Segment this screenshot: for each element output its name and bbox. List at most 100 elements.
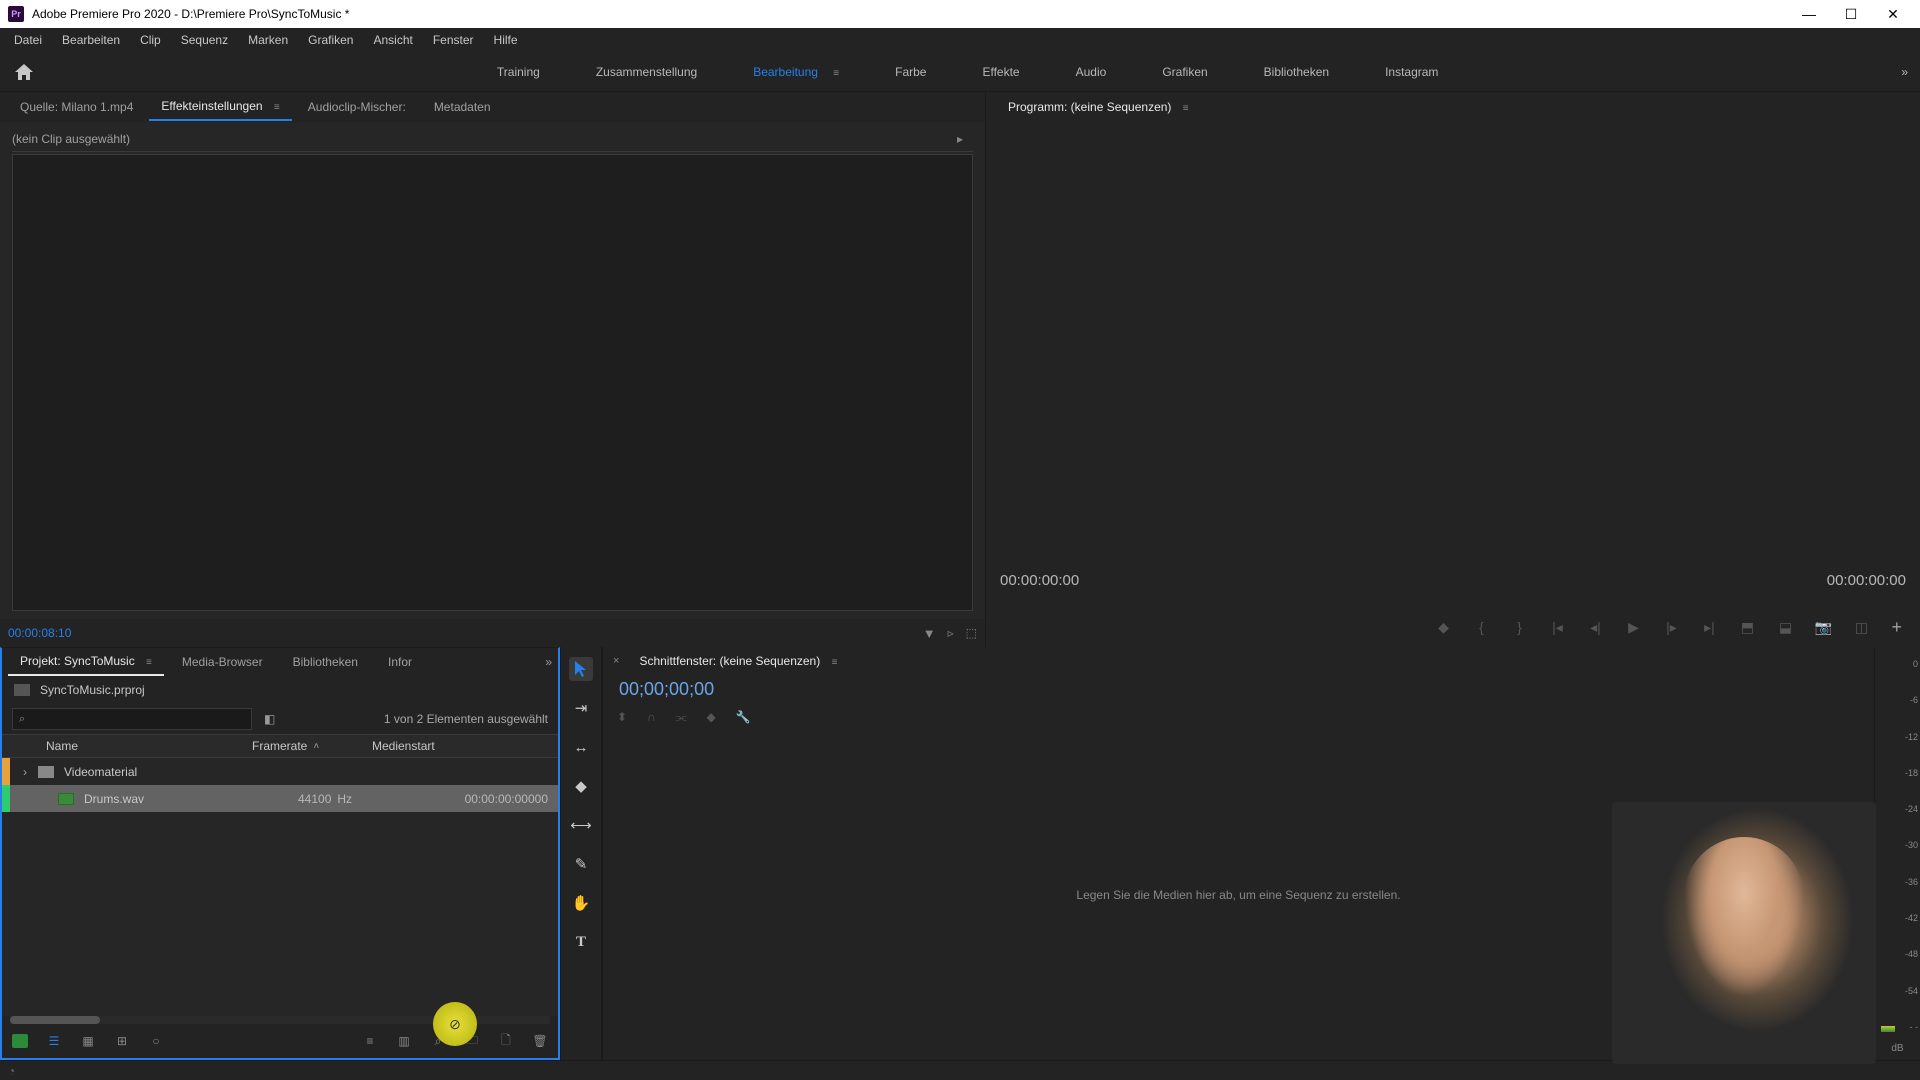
track-select-tool[interactable]: ⇥ bbox=[569, 696, 593, 720]
type-tool[interactable]: T bbox=[569, 930, 593, 954]
snap-toggle-icon[interactable]: ∩ bbox=[647, 710, 656, 724]
workspace-farbe[interactable]: Farbe bbox=[887, 55, 934, 89]
tab-effekteinstellungen[interactable]: Effekteinstellungen ≡ bbox=[149, 93, 291, 121]
timeline-settings-icon[interactable]: 🔧 bbox=[736, 710, 751, 724]
workspace-audio[interactable]: Audio bbox=[1068, 55, 1115, 89]
step-forward-button[interactable]: |▸ bbox=[1663, 619, 1679, 635]
menu-clip[interactable]: Clip bbox=[130, 29, 171, 51]
project-row-audio[interactable]: Drums.wav 44100 Hz 00:00:00:00000 bbox=[2, 785, 558, 812]
go-to-in-button[interactable]: |◂ bbox=[1549, 619, 1565, 635]
workspace-zusammenstellung[interactable]: Zusammenstellung bbox=[588, 55, 705, 89]
tab-audioclip-mischer[interactable]: Audioclip-Mischer: bbox=[296, 94, 418, 120]
search-field[interactable] bbox=[25, 712, 245, 726]
workspace-bibliotheken[interactable]: Bibliotheken bbox=[1256, 55, 1337, 89]
razor-tool[interactable]: ◆ bbox=[569, 774, 593, 798]
lift-button[interactable]: ⬒ bbox=[1739, 619, 1755, 635]
menu-sequenz[interactable]: Sequenz bbox=[171, 29, 238, 51]
minimize-button[interactable]: — bbox=[1802, 7, 1816, 21]
maximize-button[interactable]: ☐ bbox=[1844, 7, 1858, 21]
mark-out-button[interactable]: } bbox=[1511, 619, 1527, 635]
col-header-medienstart[interactable]: Medienstart bbox=[372, 739, 558, 753]
ripple-edit-tool[interactable]: ↔ bbox=[569, 735, 593, 759]
source-timecode[interactable]: 00:00:08:10 bbox=[8, 626, 71, 640]
label-chip[interactable] bbox=[2, 758, 10, 785]
workspace-menu-icon[interactable]: ≡ bbox=[833, 68, 839, 79]
menu-marken[interactable]: Marken bbox=[238, 29, 298, 51]
panel-menu-icon[interactable]: ≡ bbox=[274, 102, 280, 113]
go-to-out-button[interactable]: ▸| bbox=[1701, 619, 1717, 635]
filter-icon[interactable]: ▼ bbox=[923, 626, 936, 641]
timeline-timecode[interactable]: 00;00;00;00 bbox=[603, 675, 1874, 704]
col-header-framerate[interactable]: Framerate ˄ bbox=[252, 739, 372, 753]
menu-grafiken[interactable]: Grafiken bbox=[298, 29, 363, 51]
expand-arrow-icon[interactable]: ▸ bbox=[957, 132, 963, 146]
write-toggle-icon[interactable] bbox=[12, 1034, 28, 1048]
home-button[interactable] bbox=[12, 60, 36, 84]
workspace-overflow-button[interactable]: » bbox=[1901, 65, 1908, 79]
selection-tool[interactable] bbox=[569, 657, 593, 681]
panel-menu-icon[interactable]: ≡ bbox=[1183, 103, 1189, 114]
play-only-icon[interactable]: ▹ bbox=[948, 626, 954, 641]
new-item-button[interactable]: 🗋 bbox=[498, 1034, 514, 1048]
menu-hilfe[interactable]: Hilfe bbox=[484, 29, 528, 51]
create-search-bin-icon[interactable]: ◧ bbox=[264, 712, 275, 726]
panel-menu-icon[interactable]: ≡ bbox=[832, 657, 838, 668]
scrollbar-thumb[interactable] bbox=[10, 1016, 100, 1024]
find-button[interactable]: ⌕ bbox=[430, 1034, 446, 1048]
close-button[interactable]: ✕ bbox=[1886, 7, 1900, 21]
close-tab-icon[interactable]: × bbox=[613, 655, 619, 667]
new-bin-button[interactable]: 🗀 bbox=[464, 1034, 480, 1048]
linked-selection-icon[interactable]: ⫘ bbox=[676, 710, 687, 725]
project-tabs-overflow[interactable]: » bbox=[545, 655, 552, 669]
project-tabs: Projekt: SyncToMusic ≡ Media-Browser Bib… bbox=[2, 648, 558, 676]
sort-icons-button[interactable]: ≡ bbox=[362, 1034, 378, 1048]
tab-schnittfenster[interactable]: Schnittfenster: (keine Sequenzen) ≡ bbox=[627, 648, 849, 674]
menu-ansicht[interactable]: Ansicht bbox=[363, 29, 422, 51]
zoom-slider-icon[interactable]: ○ bbox=[148, 1034, 164, 1048]
comparison-view-button[interactable]: ◫ bbox=[1853, 619, 1869, 635]
nest-toggle-icon[interactable]: ⬍ bbox=[617, 710, 627, 724]
panel-menu-icon[interactable]: ≡ bbox=[146, 657, 152, 668]
slip-tool[interactable]: ⟷ bbox=[569, 813, 593, 837]
add-marker-button[interactable]: ◆ bbox=[1435, 619, 1451, 635]
extract-button[interactable]: ⬓ bbox=[1777, 619, 1793, 635]
project-row-folder[interactable]: › Videomaterial bbox=[2, 758, 558, 785]
automate-to-sequence-button[interactable]: ▥ bbox=[396, 1034, 412, 1048]
icon-view-button[interactable]: ▦ bbox=[80, 1034, 96, 1048]
project-h-scrollbar[interactable] bbox=[10, 1016, 550, 1024]
tab-programm[interactable]: Programm: (keine Sequenzen) ≡ bbox=[996, 94, 1201, 120]
tab-quelle[interactable]: Quelle: Milano 1.mp4 bbox=[8, 94, 145, 120]
tab-info[interactable]: Infor bbox=[376, 649, 424, 675]
project-list-body[interactable]: › Videomaterial Drums.wav 44100 Hz bbox=[2, 758, 558, 1016]
workspace-bearbeitung[interactable]: Bearbeitung ≡ bbox=[745, 55, 847, 89]
tab-media-browser[interactable]: Media-Browser bbox=[170, 649, 275, 675]
button-editor-add[interactable]: + bbox=[1891, 617, 1902, 638]
delete-button[interactable]: 🗑 bbox=[532, 1034, 548, 1048]
label-chip[interactable] bbox=[2, 785, 10, 812]
program-timecode-left[interactable]: 00:00:00:00 bbox=[1000, 572, 1079, 589]
workspace-instagram[interactable]: Instagram bbox=[1377, 55, 1446, 89]
project-search-input[interactable]: ⌕ bbox=[12, 708, 252, 730]
step-back-button[interactable]: ◂| bbox=[1587, 619, 1603, 635]
tab-metadaten[interactable]: Metadaten bbox=[422, 94, 503, 120]
freeform-view-button[interactable]: ⊞ bbox=[114, 1034, 130, 1048]
workspace-effekte[interactable]: Effekte bbox=[974, 55, 1027, 89]
col-header-name[interactable]: Name bbox=[2, 739, 252, 753]
workspace-training[interactable]: Training bbox=[489, 55, 548, 89]
pen-tool[interactable]: ✎ bbox=[569, 852, 593, 876]
add-marker-icon[interactable]: ◆ bbox=[707, 710, 716, 724]
twirl-icon[interactable]: › bbox=[18, 765, 32, 779]
menu-bearbeiten[interactable]: Bearbeiten bbox=[52, 29, 130, 51]
mark-in-button[interactable]: { bbox=[1473, 619, 1489, 635]
export-frame-button[interactable]: 📷 bbox=[1815, 619, 1831, 635]
export-frame-icon[interactable]: ⬚ bbox=[966, 626, 977, 641]
workspace-grafiken[interactable]: Grafiken bbox=[1154, 55, 1215, 89]
menu-fenster[interactable]: Fenster bbox=[423, 29, 484, 51]
tab-bibliotheken[interactable]: Bibliotheken bbox=[281, 649, 370, 675]
list-view-button[interactable]: ☰ bbox=[46, 1034, 62, 1048]
hand-tool[interactable]: ✋ bbox=[569, 891, 593, 915]
effect-viewer bbox=[12, 154, 973, 611]
play-button[interactable]: ▶ bbox=[1625, 619, 1641, 635]
tab-projekt[interactable]: Projekt: SyncToMusic ≡ bbox=[8, 648, 164, 676]
menu-datei[interactable]: Datei bbox=[4, 29, 52, 51]
